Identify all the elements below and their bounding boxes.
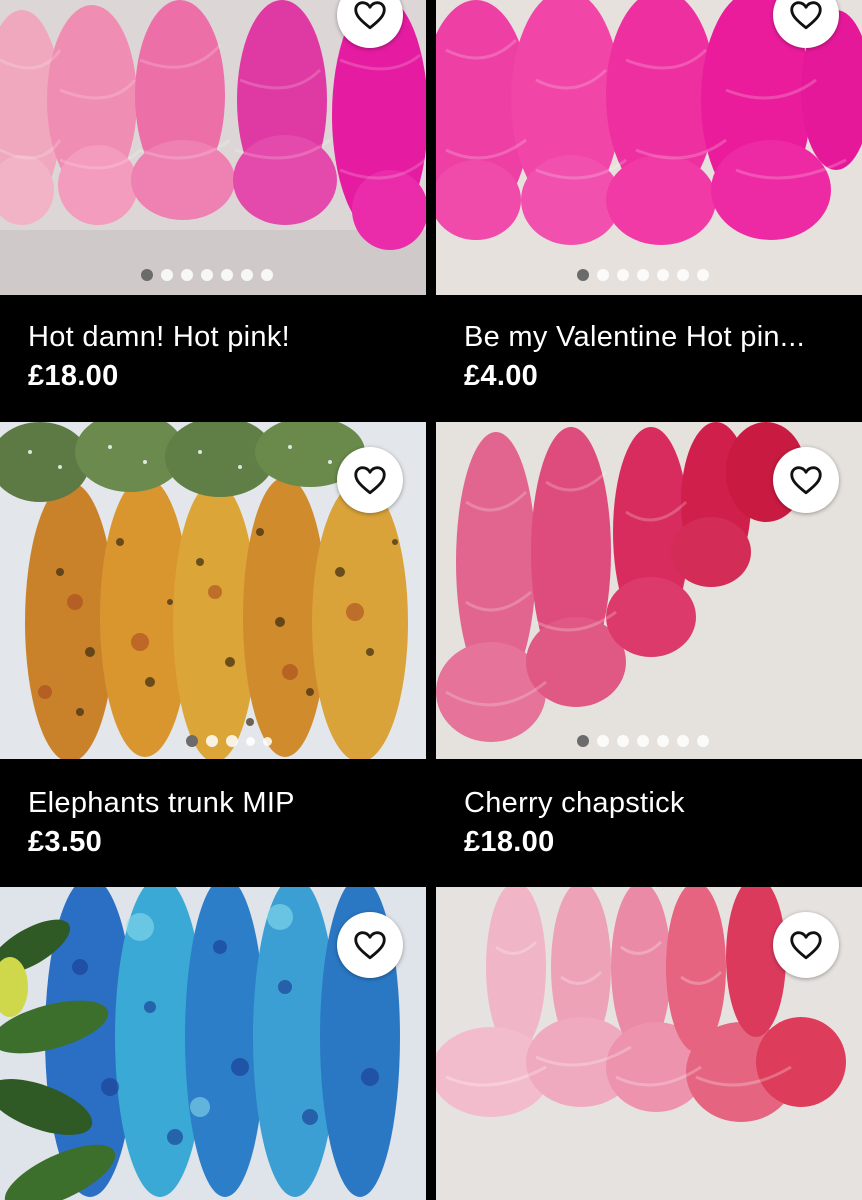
listing-card[interactable]: Be my Valentine Hot pin... £4.00 — [436, 0, 862, 420]
listing-photo[interactable] — [0, 422, 426, 759]
carousel-dot[interactable] — [261, 269, 273, 281]
favorite-button[interactable] — [337, 447, 403, 513]
carousel-dot[interactable] — [201, 269, 213, 281]
favorite-button[interactable] — [337, 912, 403, 978]
listing-title[interactable]: Cherry chapstick — [464, 787, 844, 820]
carousel-dot[interactable] — [186, 735, 198, 747]
carousel-dot[interactable] — [241, 269, 253, 281]
carousel-dot[interactable] — [657, 735, 669, 747]
carousel-dot[interactable] — [677, 269, 689, 281]
carousel-dot[interactable] — [221, 269, 233, 281]
listing-photo[interactable] — [0, 887, 426, 1200]
carousel-dot[interactable] — [697, 269, 709, 281]
carousel-dot[interactable] — [263, 736, 272, 746]
listing-card[interactable] — [436, 887, 862, 1200]
listing-photo[interactable] — [436, 422, 862, 759]
carousel-dot[interactable] — [206, 735, 218, 747]
carousel-dot[interactable] — [246, 736, 255, 746]
carousel-dot[interactable] — [577, 269, 589, 281]
listing-title[interactable]: Be my Valentine Hot pin... — [464, 321, 844, 354]
heart-outline-icon — [354, 1, 386, 30]
heart-outline-icon — [354, 466, 386, 495]
carousel-dot[interactable] — [181, 269, 193, 281]
listing-title[interactable]: Hot damn! Hot pink! — [28, 321, 408, 354]
carousel-dots[interactable] — [141, 269, 273, 281]
carousel-dots[interactable] — [577, 735, 709, 747]
listing-price: £4.00 — [464, 360, 539, 392]
heart-outline-icon — [790, 466, 822, 495]
carousel-dot[interactable] — [637, 735, 649, 747]
carousel-dot[interactable] — [657, 269, 669, 281]
favorite-button[interactable] — [773, 912, 839, 978]
heart-outline-icon — [790, 931, 822, 960]
listing-price: £3.50 — [28, 826, 103, 858]
carousel-dots[interactable] — [577, 269, 709, 281]
listing-photo[interactable] — [436, 0, 862, 295]
carousel-dots[interactable] — [186, 735, 272, 747]
carousel-dot[interactable] — [226, 735, 238, 747]
listing-grid: Hot damn! Hot pink! £18.00 Be my Valenti… — [0, 0, 862, 1200]
listing-card[interactable]: Hot damn! Hot pink! £18.00 — [0, 0, 426, 420]
carousel-dot[interactable] — [141, 269, 153, 281]
carousel-dot[interactable] — [637, 269, 649, 281]
carousel-dot[interactable] — [677, 735, 689, 747]
carousel-dot[interactable] — [617, 269, 629, 281]
carousel-dot[interactable] — [597, 269, 609, 281]
carousel-dot[interactable] — [577, 735, 589, 747]
listing-price: £18.00 — [464, 826, 555, 858]
carousel-dot[interactable] — [161, 269, 173, 281]
carousel-dot[interactable] — [597, 735, 609, 747]
listing-photo[interactable] — [436, 887, 862, 1200]
listing-card[interactable]: Elephants trunk MIP £3.50 — [0, 422, 426, 864]
listing-card[interactable]: Cherry chapstick £18.00 — [436, 422, 862, 864]
favorite-button[interactable] — [773, 447, 839, 513]
listing-price: £18.00 — [28, 360, 119, 392]
heart-outline-icon — [354, 931, 386, 960]
listing-card[interactable] — [0, 887, 426, 1200]
carousel-dot[interactable] — [697, 735, 709, 747]
listing-photo[interactable] — [0, 0, 426, 295]
listing-title[interactable]: Elephants trunk MIP — [28, 787, 408, 820]
heart-outline-icon — [790, 1, 822, 30]
carousel-dot[interactable] — [617, 735, 629, 747]
